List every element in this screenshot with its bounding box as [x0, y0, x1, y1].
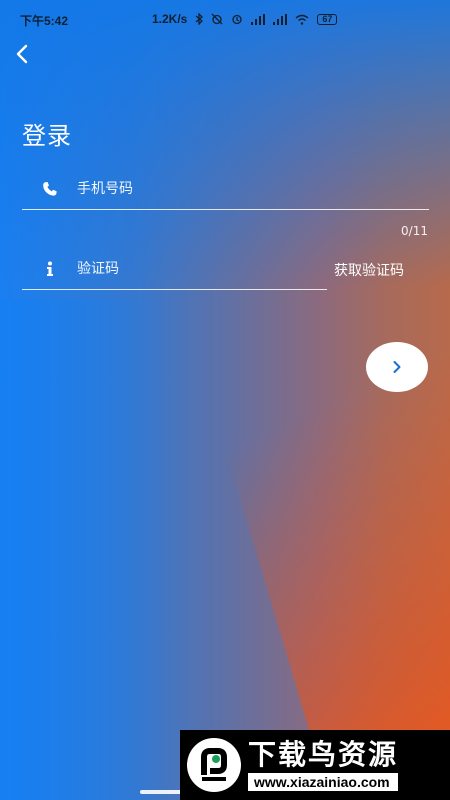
alarm-icon	[232, 14, 243, 25]
battery-icon: 67	[317, 13, 338, 25]
info-icon	[22, 261, 77, 277]
alarm-off-icon	[211, 13, 223, 25]
watermark-banner: 下载鸟资源 www.xiazainiao.com	[180, 730, 450, 800]
signal-icon	[251, 13, 266, 25]
code-field-row	[22, 248, 327, 290]
verification-code-input[interactable]	[77, 260, 327, 277]
watermark-logo	[187, 738, 241, 792]
page-title: 登录	[22, 122, 72, 150]
chevron-left-icon	[16, 44, 28, 64]
get-code-button[interactable]: 获取验证码	[334, 260, 404, 280]
background-left-glow	[0, 300, 170, 800]
signal-icon	[273, 13, 288, 25]
phone-field-row	[22, 168, 429, 210]
phone-char-counter: 0/11	[401, 224, 428, 238]
status-time: 下午5:42	[20, 14, 69, 28]
back-button[interactable]	[10, 42, 34, 66]
wifi-icon	[295, 14, 309, 25]
status-icons: 1.2K/s 67	[152, 12, 338, 26]
phone-input[interactable]	[77, 180, 429, 197]
status-bar: 下午5:42 1.2K/s 67	[0, 0, 450, 30]
chevron-right-icon	[393, 361, 401, 373]
watermark-text: 下载鸟资源 www.xiazainiao.com	[248, 738, 399, 791]
watermark-url: www.xiazainiao.com	[248, 773, 399, 791]
phone-icon	[22, 181, 77, 197]
bluetooth-icon	[195, 13, 204, 25]
watermark-title: 下载鸟资源	[248, 738, 399, 771]
network-speed: 1.2K/s	[152, 12, 188, 26]
next-button[interactable]	[366, 342, 428, 392]
